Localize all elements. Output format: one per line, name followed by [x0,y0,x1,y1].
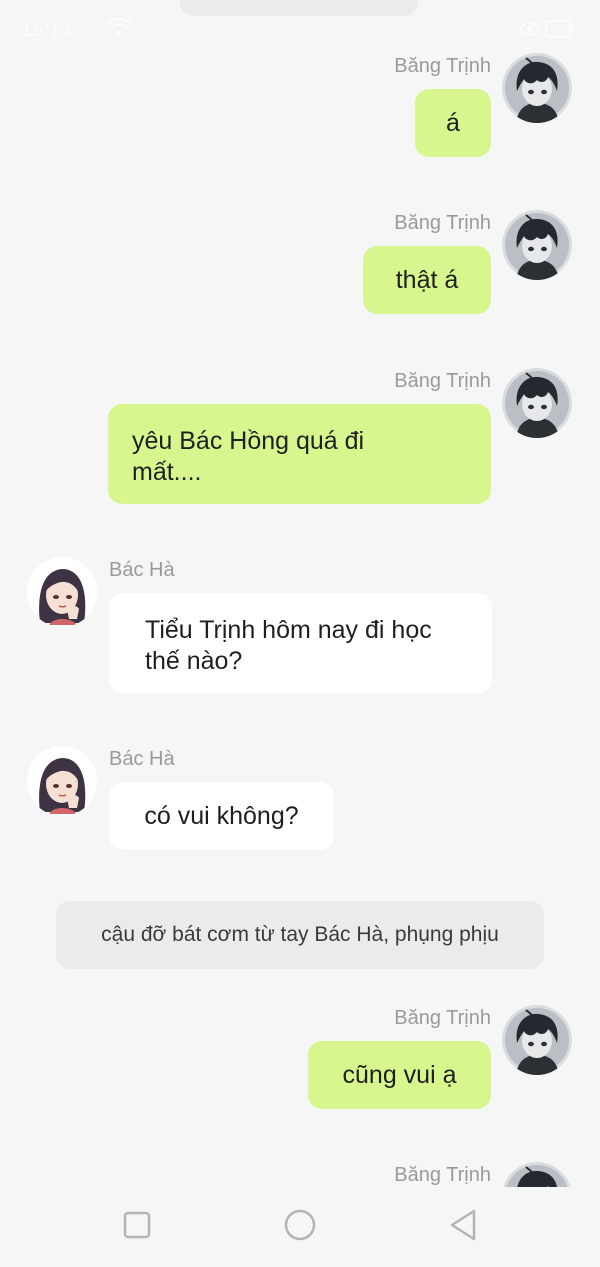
boy-avatar-icon[interactable] [502,1162,572,1187]
message-bubble[interactable]: yêu Bác Hồng quá đi mất.... [108,404,491,504]
message-bubble[interactable]: Tiểu Trịnh hôm nay đi học thế nào? [109,593,492,693]
message-bubble[interactable]: á [415,89,491,157]
message-bubble[interactable]: cũng vui ạ [308,1041,491,1109]
battery-icon [520,18,576,45]
sender-name: Băng Trịnh [394,1007,491,1029]
square-recents-icon[interactable] [123,1211,151,1244]
sender-name: Băng Trịnh [394,55,491,77]
triangle-back-icon[interactable] [449,1209,477,1246]
navigation-bar [0,1187,600,1267]
sender-name: Bác Hà [109,559,175,581]
status-bar: 15:13 [0,0,600,56]
message-bubble[interactable]: có vui không? [109,782,334,850]
girl-avatar-icon[interactable] [27,557,97,627]
chat-area[interactable]: Băng Trịnh á Băng Trịnh thật á Băng Trịn… [0,0,600,1187]
sender-name: Bác Hà [109,748,175,770]
sender-name: Băng Trịnh [394,370,491,392]
boy-avatar-icon[interactable] [502,53,572,123]
sender-name: Băng Trịnh [394,1164,491,1186]
girl-avatar-icon[interactable] [27,746,97,816]
message-bubble[interactable]: thật á [363,246,491,314]
sender-name: Băng Trịnh [394,212,491,234]
circle-home-icon[interactable] [284,1209,316,1246]
narration-note: cậu đỡ bát cơm từ tay Bác Hà, phụng phịu [56,901,544,969]
boy-avatar-icon[interactable] [502,1005,572,1075]
boy-avatar-icon[interactable] [502,210,572,280]
boy-avatar-icon[interactable] [502,368,572,438]
wifi-icon [106,17,132,43]
status-time: 15:13 [22,20,73,40]
